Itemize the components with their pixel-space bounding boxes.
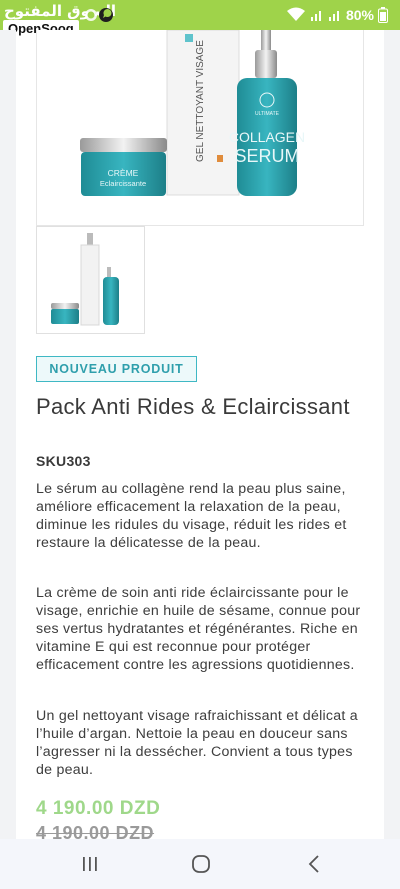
home-icon	[192, 855, 210, 873]
system-status: 80%	[286, 5, 388, 25]
serum-brand: ULTIMATE	[255, 111, 280, 117]
home-button[interactable]	[181, 849, 221, 879]
new-product-badge: NOUVEAU PRODUIT	[36, 356, 197, 382]
serum-label-top: COLLAGEN	[229, 129, 305, 145]
notification-icons	[84, 7, 114, 23]
gel-label: GEL NETTOYANT VISAGE	[195, 40, 206, 162]
product-thumbnail[interactable]	[36, 226, 145, 334]
back-button[interactable]	[294, 849, 334, 879]
description-paragraph: La crème de soin anti ride éclaircissant…	[36, 585, 361, 673]
cream-label: CRÈME	[108, 168, 139, 178]
whatsapp-icon	[85, 8, 113, 22]
wifi-icon	[286, 7, 305, 21]
product-sku: SKU303	[36, 453, 91, 469]
cream-sub-label: Eclaircissante	[100, 179, 146, 188]
product-title: Pack Anti Rides & Eclaircissant	[36, 394, 350, 419]
page-margin-left	[0, 30, 16, 839]
signal-icon	[310, 11, 321, 21]
description-paragraph: Le sérum au collagène rend la peau plus …	[36, 481, 347, 551]
product-photo: GEL NETTOYANT VISAGE ULTIMATE COLLAGEN S…	[80, 30, 305, 196]
battery-icon	[378, 7, 388, 23]
serum-label-bottom: SERUM	[234, 146, 299, 166]
product-price: 4 190.00 DZD	[36, 798, 161, 819]
product-main-image[interactable]: GEL NETTOYANT VISAGE ULTIMATE COLLAGEN S…	[36, 30, 364, 226]
recent-apps-icon	[83, 857, 97, 871]
page-margin-right	[384, 30, 400, 839]
back-icon	[308, 855, 319, 873]
recent-apps-button[interactable]	[70, 849, 110, 879]
signal-icon	[328, 11, 339, 21]
battery-percentage: 80%	[345, 7, 374, 23]
status-bar: السوق المفتوح OpenSooq 80%	[0, 0, 400, 38]
thumbnail-photo	[51, 233, 119, 326]
description-paragraph: Un gel nettoyant visage rafraichissant e…	[36, 708, 358, 778]
system-navigation-bar	[0, 839, 400, 889]
